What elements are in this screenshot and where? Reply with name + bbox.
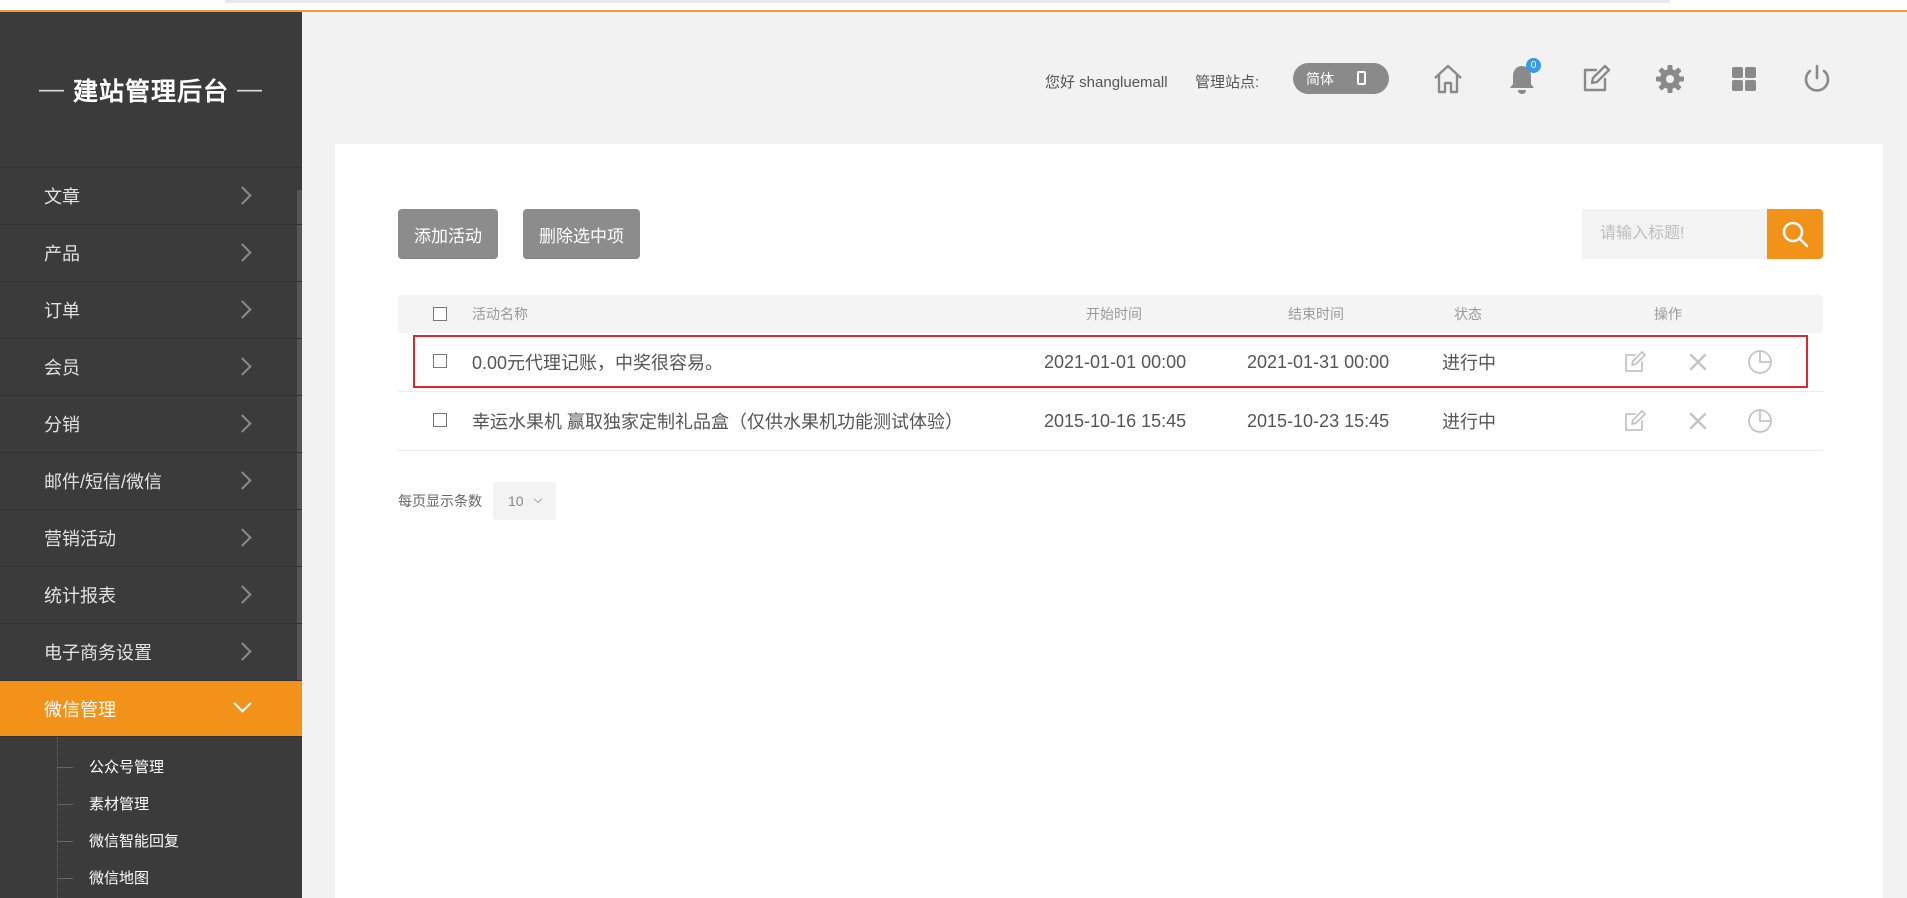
sidebar-item-wechat[interactable]: 微信管理	[0, 681, 302, 737]
bell-icon[interactable]: 0	[1504, 58, 1541, 97]
chevron-right-icon	[233, 186, 252, 205]
row-checkbox[interactable]	[433, 354, 447, 368]
sidebar-item-label: 订单	[44, 301, 80, 321]
brand-dash-left: —	[38, 75, 65, 103]
chevron-right-icon	[233, 642, 252, 661]
activity-end: 2021-01-31 00:00	[1247, 351, 1390, 372]
activity-status: 进行中	[1442, 412, 1496, 432]
submenu-item-auto-reply[interactable]: 微信智能回复	[0, 823, 302, 860]
notification-badge: 0	[1526, 58, 1541, 73]
chevron-right-icon	[233, 471, 252, 490]
grid-icon[interactable]	[1726, 61, 1762, 97]
submenu-item-materials[interactable]: 素材管理	[0, 786, 302, 823]
gear-icon[interactable]	[1652, 61, 1688, 97]
column-header-status: 状态	[1454, 306, 1482, 322]
sidebar: — 建站管理后台 — 文章 产品 订单 会员 分销 邮件/短信/微信 营销活动 …	[0, 12, 302, 898]
sidebar-item-label: 分销	[44, 415, 80, 435]
activity-start: 2021-01-01 00:00	[1044, 351, 1187, 372]
table-row: 幸运水果机 赢取独家定制礼品盒（仅供水果机功能测试体验） 2015-10-16 …	[398, 392, 1823, 451]
sidebar-item-label: 产品	[44, 244, 80, 264]
chevron-down-icon	[233, 694, 252, 713]
activity-status: 进行中	[1442, 353, 1496, 373]
sidebar-item-messaging[interactable]: 邮件/短信/微信	[0, 453, 302, 510]
row-checkbox[interactable]	[433, 413, 447, 427]
search-input[interactable]	[1582, 209, 1767, 259]
per-page-value: 10	[508, 493, 524, 509]
select-all-checkbox[interactable]	[433, 307, 447, 321]
pagination: 每页显示条数 10	[398, 482, 556, 520]
sidebar-item-members[interactable]: 会员	[0, 339, 302, 396]
home-icon[interactable]	[1430, 61, 1466, 97]
sidebar-menu: 文章 产品 订单 会员 分销 邮件/短信/微信 营销活动 统计报表 电子商务设置…	[0, 167, 302, 737]
column-header-name: 活动名称	[472, 306, 528, 322]
browser-top-strip	[0, 0, 1907, 12]
search-button[interactable]	[1767, 209, 1823, 259]
activity-name: 幸运水果机 赢取独家定制礼品盒（仅供水果机功能测试体验）	[472, 412, 963, 432]
delete-selected-button[interactable]: 删除选中项	[523, 209, 640, 259]
column-header-ops: 操作	[1654, 306, 1682, 322]
sidebar-item-orders[interactable]: 订单	[0, 282, 302, 339]
edit-icon[interactable]	[1622, 349, 1648, 375]
activity-end: 2015-10-23 15:45	[1247, 410, 1390, 431]
table-row: 0.00元代理记账，中奖很容易。 2021-01-01 00:00 2021-0…	[398, 333, 1823, 392]
sidebar-item-articles[interactable]: 文章	[0, 168, 302, 225]
sidebar-submenu: 公众号管理 素材管理 微信智能回复 微信地图	[0, 737, 302, 897]
delete-icon[interactable]	[1685, 349, 1711, 375]
per-page-label: 每页显示条数	[398, 493, 482, 509]
activity-name: 0.00元代理记账，中奖很容易。	[472, 353, 724, 373]
tab-shade	[225, 0, 1670, 3]
chevron-right-icon	[233, 243, 252, 262]
table-header: 活动名称 开始时间 结束时间 状态 操作	[398, 295, 1823, 333]
activity-table: 活动名称 开始时间 结束时间 状态 操作 0.00元代理记账，中奖很容易。 20…	[398, 295, 1823, 451]
activity-start: 2015-10-16 15:45	[1044, 410, 1187, 431]
sidebar-item-label: 统计报表	[44, 586, 116, 606]
edit-icon[interactable]	[1578, 61, 1614, 97]
chevron-right-icon	[233, 357, 252, 376]
top-header: 您好 shangluemall 管理站点: 简体 0	[302, 12, 1907, 144]
sidebar-item-label: 电子商务设置	[44, 643, 152, 663]
sidebar-item-label: 邮件/短信/微信	[44, 472, 163, 492]
sidebar-item-label: 营销活动	[44, 529, 116, 549]
chevron-right-icon	[233, 528, 252, 547]
brand-text: 建站管理后台	[72, 77, 229, 106]
sidebar-item-marketing[interactable]: 营销活动	[0, 510, 302, 567]
edit-icon[interactable]	[1622, 408, 1648, 434]
column-header-start: 开始时间	[1086, 306, 1142, 322]
chevron-right-icon	[233, 585, 252, 604]
sidebar-item-label: 会员	[44, 358, 80, 378]
brand-title: — 建站管理后台 —	[0, 12, 302, 167]
sidebar-item-ecommerce-settings[interactable]: 电子商务设置	[0, 624, 302, 681]
add-activity-button[interactable]: 添加活动	[398, 209, 498, 259]
statistics-icon[interactable]	[1747, 349, 1773, 375]
language-toggle[interactable]: 简体	[1293, 63, 1389, 94]
site-label: 管理站点:	[1195, 74, 1260, 91]
submenu-item-official-account[interactable]: 公众号管理	[0, 749, 302, 786]
chevron-right-icon	[233, 414, 252, 433]
greeting-text: 您好 shangluemall	[1045, 74, 1168, 91]
sidebar-item-distribution[interactable]: 分销	[0, 396, 302, 453]
delete-icon[interactable]	[1685, 408, 1711, 434]
main-content-card: 添加活动 删除选中项 活动名称 开始时间 结束时间 状态 操作 0.00元代理记…	[335, 144, 1883, 898]
search-icon	[1782, 221, 1809, 248]
sidebar-item-reports[interactable]: 统计报表	[0, 567, 302, 624]
submenu-item-wechat-map[interactable]: 微信地图	[0, 860, 302, 897]
sidebar-item-products[interactable]: 产品	[0, 225, 302, 282]
column-header-end: 结束时间	[1288, 306, 1344, 322]
chevron-right-icon	[233, 300, 252, 319]
chevron-down-icon	[533, 494, 543, 504]
statistics-icon[interactable]	[1747, 408, 1773, 434]
sidebar-item-label: 文章	[44, 187, 80, 207]
brand-dash-right: —	[237, 75, 263, 103]
mobile-icon	[1357, 71, 1366, 85]
power-icon[interactable]	[1799, 61, 1835, 97]
per-page-select[interactable]: 10	[493, 482, 556, 520]
language-label: 简体	[1306, 70, 1334, 87]
sidebar-item-label: 微信管理	[44, 699, 116, 720]
